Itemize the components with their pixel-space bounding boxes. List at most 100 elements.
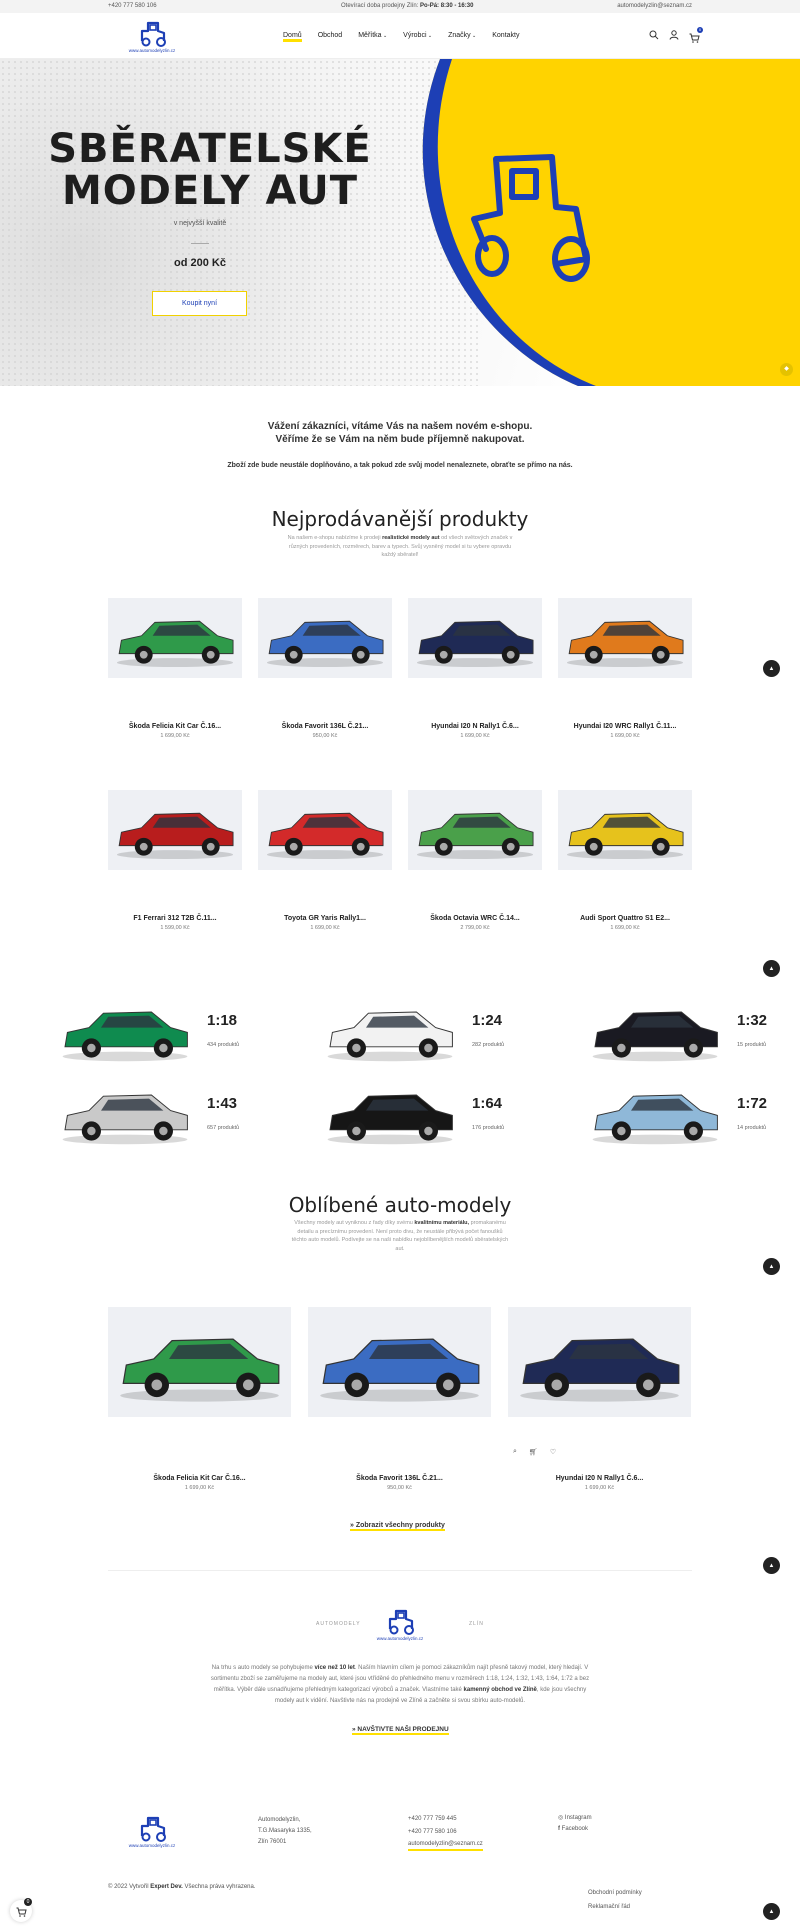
- terms-link[interactable]: Obchodní podmínky: [588, 1886, 642, 1900]
- product-card[interactable]: Škoda Favorit 136L Č.21... 950,00 Kč: [308, 1307, 491, 1491]
- product-name[interactable]: Škoda Favorit 136L Č.21...: [308, 1475, 491, 1482]
- complaints-link[interactable]: Reklamační řád: [588, 1900, 642, 1914]
- nav-home[interactable]: Domů: [283, 32, 302, 42]
- scale-category[interactable]: 1:32 15 produktů: [580, 990, 800, 1070]
- topbar-phone[interactable]: +420 777 580 106: [108, 3, 157, 9]
- header-icons: 0: [649, 27, 703, 48]
- car-model-image: [62, 1011, 188, 1062]
- about-left-word: AUTOMODELY: [316, 1621, 361, 1627]
- scale-name[interactable]: 1:72: [737, 1095, 767, 1112]
- scale-category[interactable]: 1:64 176 produktů: [315, 1073, 555, 1153]
- topbar-email[interactable]: automodelyzlin@seznam.cz: [617, 3, 692, 9]
- chevron-down-icon: ⌄: [426, 33, 433, 39]
- product-name[interactable]: Toyota GR Yaris Rally1...: [258, 915, 392, 922]
- scale-name[interactable]: 1:43: [207, 1095, 237, 1112]
- product-price: 1 699,00 Kč: [160, 733, 190, 739]
- product-card[interactable]: Škoda Favorit 136L Č.21... 950,00 Kč: [258, 598, 392, 739]
- product-quick-actions: ⌕ 🛒︎ ♡: [513, 1448, 556, 1456]
- product-price: 1 699,00 Kč: [610, 925, 640, 931]
- scale-category[interactable]: 1:18 434 produktů: [50, 990, 290, 1070]
- scale-name[interactable]: 1:24: [472, 1012, 502, 1029]
- product-name[interactable]: Škoda Favorit 136L Č.21...: [258, 723, 392, 730]
- nav-scales[interactable]: Měřítka ⌄: [358, 32, 387, 42]
- product-card[interactable]: Hyundai I20 N Rally1 Č.6... 1 699,00 Kč: [408, 598, 542, 739]
- product-name[interactable]: Audi Sport Quattro S1 E2...: [558, 915, 692, 922]
- product-price: 1 699,00 Kč: [460, 733, 490, 739]
- car-model-image: [327, 1094, 453, 1145]
- product-image[interactable]: [408, 790, 542, 870]
- product-name[interactable]: Hyundai I20 N Rally1 Č.6...: [508, 1475, 691, 1482]
- nav-manufacturers[interactable]: Výrobci ⌄: [403, 32, 432, 42]
- scale-name[interactable]: 1:64: [472, 1095, 502, 1112]
- product-card[interactable]: Škoda Octavia WRC Č.14... 2 799,00 Kč: [408, 790, 542, 931]
- scale-category[interactable]: 1:72 14 produktů: [580, 1073, 800, 1153]
- footer-email[interactable]: automodelyzlin@seznam.cz: [408, 1840, 483, 1851]
- product-name[interactable]: Hyundai I20 N Rally1 Č.6...: [408, 723, 542, 730]
- product-name[interactable]: F1 Ferrari 312 T2B Č.11...: [108, 915, 242, 922]
- scroll-up-button[interactable]: ▲: [763, 960, 780, 977]
- product-name[interactable]: Škoda Felicia Kit Car Č.16...: [108, 1475, 291, 1482]
- scale-category[interactable]: 1:24 282 produktů: [315, 990, 555, 1070]
- car-model-image: [266, 812, 384, 860]
- welcome-line-3: Zboží zde bude neustále doplňováno, a ta…: [227, 462, 573, 469]
- chevron-down-icon: ⌄: [470, 33, 477, 39]
- hero-scroll-icon[interactable]: ◆: [780, 363, 793, 376]
- scroll-up-button[interactable]: ▲: [763, 1258, 780, 1275]
- product-name[interactable]: Škoda Octavia WRC Č.14...: [408, 915, 542, 922]
- floating-cart-button[interactable]: 0: [10, 1898, 32, 1922]
- product-card[interactable]: F1 Ferrari 312 T2B Č.11... 1 599,00 Kč: [108, 790, 242, 931]
- product-image[interactable]: [408, 598, 542, 678]
- product-image[interactable]: [108, 598, 242, 678]
- scale-category[interactable]: 1:43 657 produktů: [50, 1073, 290, 1153]
- product-card[interactable]: Toyota GR Yaris Rally1... 1 699,00 Kč: [258, 790, 392, 931]
- cart-button[interactable]: 0: [689, 27, 703, 48]
- nav-brands[interactable]: Značky ⌄: [448, 32, 476, 42]
- hero-yellow-shape: [422, 59, 800, 386]
- product-card[interactable]: Hyundai I20 N Rally1 Č.6... 1 699,00 Kč: [508, 1307, 691, 1491]
- user-icon[interactable]: [669, 30, 679, 40]
- product-card[interactable]: Škoda Felicia Kit Car Č.16... 1 699,00 Kč: [108, 1307, 291, 1491]
- site-logo[interactable]: www.automodelyzlin.cz: [124, 19, 180, 53]
- scroll-up-button[interactable]: ▲: [763, 1903, 780, 1920]
- product-image[interactable]: [508, 1307, 691, 1417]
- product-card[interactable]: Hyundai I20 WRC Rally1 Č.11... 1 699,00 K…: [558, 598, 692, 739]
- cart-icon[interactable]: 🛒︎: [529, 1448, 538, 1456]
- search-icon[interactable]: [649, 30, 659, 40]
- product-image[interactable]: [108, 1307, 291, 1417]
- scroll-up-button[interactable]: ▲: [763, 660, 780, 677]
- scale-name[interactable]: 1:32: [737, 1012, 767, 1029]
- product-image[interactable]: [558, 790, 692, 870]
- footer-phone-1[interactable]: +420 777 759 445: [408, 1813, 483, 1826]
- product-name[interactable]: Hyundai I20 WRC Rally1 Č.11...: [558, 723, 692, 730]
- product-price: 950,00 Kč: [387, 1485, 412, 1491]
- nav-contacts[interactable]: Kontakty: [492, 32, 519, 42]
- show-all-products-link[interactable]: » Zobrazit všechny produkty: [350, 1522, 445, 1531]
- car-model-image: [320, 1338, 480, 1402]
- product-image[interactable]: [258, 598, 392, 678]
- instagram-link[interactable]: ◎ Instagram: [558, 1813, 592, 1824]
- nav-shop[interactable]: Obchod: [318, 32, 343, 42]
- product-name[interactable]: Škoda Felicia Kit Car Č.16...: [108, 723, 242, 730]
- hero-price: od 200 Kč: [174, 257, 226, 269]
- product-price: 950,00 Kč: [312, 733, 338, 739]
- product-image[interactable]: [108, 790, 242, 870]
- footer-logo[interactable]: www.automodelyzlin.cz: [124, 1814, 180, 1848]
- product-card[interactable]: Škoda Felicia Kit Car Č.16... 1 699,00 Kč: [108, 598, 242, 739]
- car-model-image: [116, 620, 234, 668]
- visit-store-link[interactable]: » NAVŠTIVTE NAŠI PRODEJNU: [352, 1726, 449, 1735]
- heart-icon[interactable]: ♡: [550, 1448, 556, 1456]
- buy-now-button[interactable]: Koupit nyní: [152, 291, 247, 316]
- footer-phone-2[interactable]: +420 777 580 106: [408, 1826, 483, 1839]
- scale-product-count: 14 produktů: [737, 1125, 767, 1131]
- facebook-link[interactable]: f Facebook: [558, 1824, 592, 1835]
- product-price: 1 599,00 Kč: [160, 925, 190, 931]
- product-image[interactable]: [558, 598, 692, 678]
- cart-count-badge: 0: [697, 27, 703, 33]
- product-image[interactable]: [308, 1307, 491, 1417]
- scale-name[interactable]: 1:18: [207, 1012, 237, 1029]
- chevron-down-icon: ⌄: [381, 33, 388, 39]
- product-card[interactable]: Audi Sport Quattro S1 E2... 1 699,00 Kč: [558, 790, 692, 931]
- search-icon[interactable]: ⌕: [513, 1448, 517, 1456]
- scroll-up-button[interactable]: ▲: [763, 1557, 780, 1574]
- product-image[interactable]: [258, 790, 392, 870]
